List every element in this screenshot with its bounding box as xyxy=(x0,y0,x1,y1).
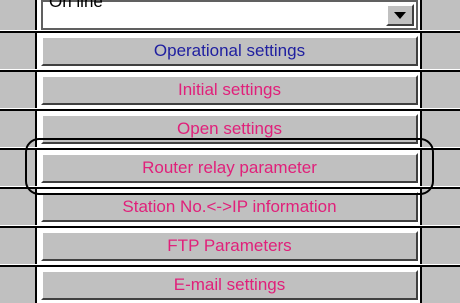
initial-settings-button[interactable]: Initial settings xyxy=(41,75,418,105)
open-settings-button[interactable]: Open settings xyxy=(41,114,418,144)
mode-select[interactable]: On line xyxy=(41,0,418,30)
row-cell-left xyxy=(0,111,37,147)
ftp-parameters-button[interactable]: FTP Parameters xyxy=(41,231,418,261)
row-cell-right xyxy=(420,0,460,30)
combo-row: On line xyxy=(0,0,460,30)
mode-select-value: On line xyxy=(49,0,103,11)
row-cell-left xyxy=(0,189,37,225)
row-cell-right xyxy=(420,267,460,303)
operational-settings-button[interactable]: Operational settings xyxy=(41,36,418,66)
row-cell-left xyxy=(0,33,37,69)
chevron-down-icon xyxy=(394,12,406,19)
row-cell-left xyxy=(0,0,37,30)
router-relay-parameter-button[interactable]: Router relay parameter xyxy=(41,153,418,183)
initial-settings-row: Initial settings xyxy=(0,72,460,108)
row-cell-right xyxy=(420,228,460,264)
row-cell-right xyxy=(420,33,460,69)
row-cell-right xyxy=(420,150,460,186)
row-cell-left xyxy=(0,150,37,186)
station-ip-information-row: Station No.<->IP information xyxy=(0,189,460,225)
ftp-parameters-row: FTP Parameters xyxy=(0,228,460,264)
dropdown-button[interactable] xyxy=(386,4,414,26)
row-cell-left xyxy=(0,72,37,108)
email-settings-row: E-mail settings xyxy=(0,267,460,303)
row-cell-left xyxy=(0,267,37,303)
email-settings-button[interactable]: E-mail settings xyxy=(41,270,418,300)
row-cell-right xyxy=(420,111,460,147)
open-settings-row: Open settings xyxy=(0,111,460,147)
operational-settings-row: Operational settings xyxy=(0,33,460,69)
row-cell-right xyxy=(420,72,460,108)
station-ip-information-button[interactable]: Station No.<->IP information xyxy=(41,192,418,222)
row-cell-left xyxy=(0,228,37,264)
settings-grid: On line Operational settings Initial set… xyxy=(0,0,460,303)
router-relay-parameter-row: Router relay parameter xyxy=(0,150,460,186)
row-cell-right xyxy=(420,189,460,225)
